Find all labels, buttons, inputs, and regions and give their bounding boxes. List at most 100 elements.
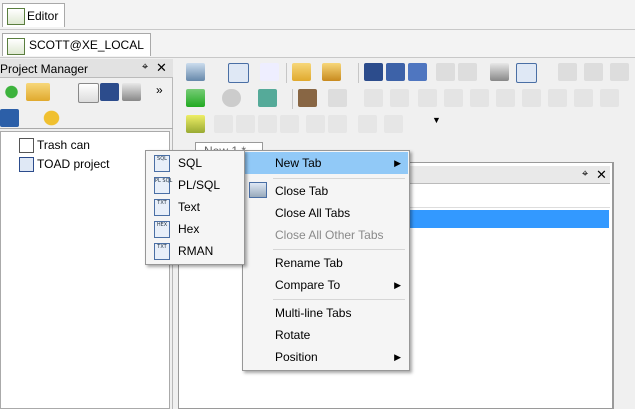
menu-item-close-all-other-tabs[interactable]: Close All Other Tabs <box>244 224 408 246</box>
execute-icon[interactable] <box>186 89 205 107</box>
submenu-arrow-icon: ▶ <box>394 352 401 362</box>
run-to-cursor-icon[interactable] <box>496 89 515 107</box>
save-icon[interactable] <box>100 83 119 101</box>
menu-item-rename-tab[interactable]: Rename Tab <box>244 252 408 274</box>
uncomment-icon[interactable] <box>236 115 255 133</box>
variables-icon[interactable] <box>390 89 409 107</box>
open-folder-icon[interactable] <box>26 83 50 101</box>
step-into-icon[interactable] <box>418 89 437 107</box>
menu-item-label: Position <box>275 350 318 364</box>
comment-icon[interactable] <box>214 115 233 133</box>
submenu-item-plsql[interactable]: PL SQL PL/SQL <box>147 174 243 196</box>
plsql-file-icon: PL SQL <box>154 177 172 194</box>
submenu-arrow-icon: ▶ <box>394 280 401 290</box>
debug-icon[interactable] <box>328 89 347 107</box>
save-all-icon[interactable] <box>408 63 427 81</box>
tab-editor[interactable]: Editor <box>2 3 66 27</box>
submenu-item-rman[interactable]: TXT RMAN <box>147 240 243 262</box>
chevron-down-icon[interactable]: ▼ <box>432 115 442 133</box>
menu-item-label: Close All Other Tabs <box>275 228 384 242</box>
step-over-icon[interactable] <box>444 89 463 107</box>
sql-icon[interactable] <box>228 63 249 83</box>
editor-toolbar-3: ▼ <box>178 111 635 139</box>
bookmark-icon[interactable] <box>358 115 377 133</box>
menu-item-new-tab[interactable]: New Tab ▶ <box>244 152 408 174</box>
evaluate-icon[interactable] <box>574 89 593 107</box>
outdent-icon[interactable] <box>280 115 299 133</box>
project-manager-toolbar: » <box>0 79 173 107</box>
connection-tab-bar: SCOTT@XE_LOCAL <box>0 30 635 58</box>
toad-project-icon <box>19 157 34 172</box>
hex-file-icon: HEX <box>154 221 170 238</box>
indent-icon[interactable] <box>258 115 277 133</box>
menu-item-label: Rename Tab <box>275 256 343 270</box>
window-tab-bar: Editor <box>0 0 635 30</box>
sql-file-icon: SQL <box>154 155 170 172</box>
code-completion-icon[interactable] <box>186 115 205 133</box>
submenu-item-label: PL/SQL <box>178 178 221 192</box>
tab-connection[interactable]: SCOTT@XE_LOCAL <box>2 33 151 56</box>
menu-item-close-all-tabs[interactable]: Close All Tabs <box>244 202 408 224</box>
print-file-icon[interactable] <box>490 63 509 81</box>
open-recent-icon[interactable] <box>322 63 341 81</box>
tab-projects-icon[interactable] <box>0 109 19 127</box>
format-sql-icon[interactable] <box>516 63 537 83</box>
menu-item-rotate[interactable]: Rotate <box>244 324 408 346</box>
tab-context-menu: New Tab ▶ Close Tab Close All Tabs Close… <box>242 150 410 371</box>
tree-item-trash-can[interactable]: Trash can <box>19 136 90 154</box>
menu-item-close-tab[interactable]: Close Tab <box>244 180 408 202</box>
disconnect-icon[interactable] <box>260 63 279 81</box>
editor-toolbar-2 <box>178 85 635 113</box>
menu-item-label: Close Tab <box>275 184 329 198</box>
new-item-icon[interactable] <box>78 83 99 103</box>
open-file-icon[interactable] <box>292 63 311 81</box>
execute-script-icon[interactable] <box>258 89 277 107</box>
menu-item-multi-line-tabs[interactable]: Multi-line Tabs <box>244 302 408 324</box>
tree-item-label: TOAD project <box>37 157 110 171</box>
print-icon[interactable] <box>122 83 141 101</box>
step-out-icon[interactable] <box>470 89 489 107</box>
overflow-chevron-icon[interactable]: » <box>156 83 166 101</box>
extra-icon[interactable] <box>610 63 629 81</box>
editor-icon <box>7 8 25 25</box>
close-icon[interactable]: ✕ <box>596 167 607 183</box>
breakpoint-icon[interactable] <box>522 89 541 107</box>
submenu-item-sql[interactable]: SQL SQL <box>147 152 243 174</box>
selected-row[interactable] <box>410 210 609 228</box>
menu-item-position[interactable]: Position ▶ <box>244 346 408 368</box>
menu-item-label: Rotate <box>275 328 311 342</box>
uppercase-icon[interactable] <box>306 115 325 133</box>
save-file-icon[interactable] <box>364 63 383 81</box>
settings-icon[interactable] <box>584 63 603 81</box>
project-manager-title: Project Manager <box>0 62 89 76</box>
submenu-item-label: Text <box>178 200 201 214</box>
submenu-item-hex[interactable]: HEX Hex <box>147 218 243 240</box>
paste-icon[interactable] <box>458 63 477 81</box>
menu-item-compare-to[interactable]: Compare To ▶ <box>244 274 408 296</box>
pin-icon[interactable]: ⌖ <box>142 61 148 74</box>
close-icon[interactable]: ✕ <box>156 60 167 76</box>
more-debug-icon[interactable] <box>600 89 619 107</box>
tool-icon[interactable] <box>558 63 577 81</box>
stop-icon[interactable] <box>222 89 241 107</box>
pin-icon[interactable]: ⌖ <box>582 168 588 181</box>
plsql-icon[interactable] <box>364 89 383 107</box>
macro-icon[interactable] <box>384 115 403 133</box>
watch-icon[interactable] <box>548 89 567 107</box>
connect-icon[interactable] <box>186 63 205 81</box>
tab-connection-label: SCOTT@XE_LOCAL <box>29 38 144 52</box>
new-tab-submenu: SQL SQL PL SQL PL/SQL TXT Text HEX Hex T… <box>145 150 245 265</box>
lowercase-icon[interactable] <box>328 115 347 133</box>
connection-icon <box>7 38 25 55</box>
tab-database-icon[interactable] <box>42 109 61 127</box>
tree-item-toad-project[interactable]: TOAD project <box>19 155 109 173</box>
menu-item-label: Close All Tabs <box>275 206 351 220</box>
add-icon[interactable] <box>2 83 21 101</box>
tab-editor-label: Editor <box>27 9 59 23</box>
submenu-item-label: Hex <box>178 222 200 236</box>
submenu-item-text[interactable]: TXT Text <box>147 196 243 218</box>
explain-plan-icon[interactable] <box>298 89 317 107</box>
trash-can-icon <box>19 138 34 153</box>
save-as-icon[interactable] <box>386 63 405 81</box>
copy-icon[interactable] <box>436 63 455 81</box>
